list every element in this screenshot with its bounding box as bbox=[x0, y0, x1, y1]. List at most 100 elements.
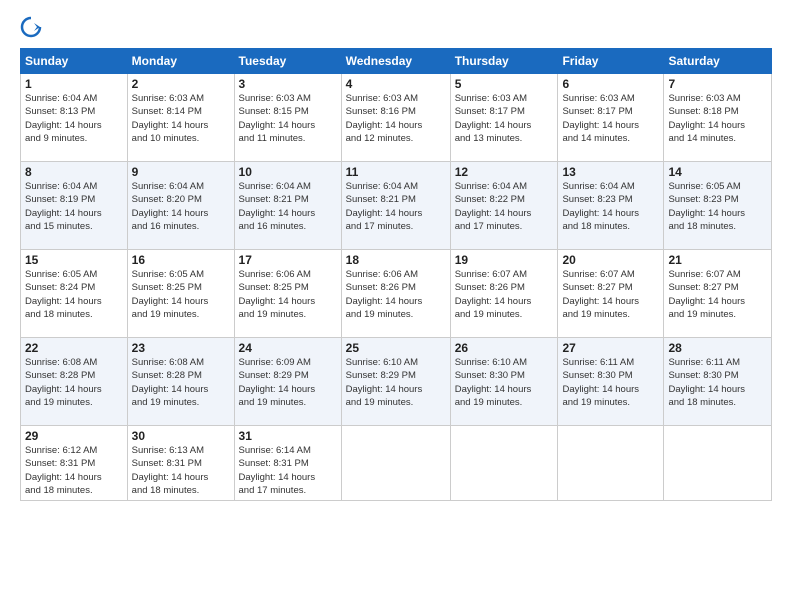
day-number: 17 bbox=[239, 253, 337, 267]
day-info: Sunrise: 6:07 AMSunset: 8:26 PMDaylight:… bbox=[455, 269, 532, 320]
weekday-header-friday: Friday bbox=[558, 49, 664, 74]
calendar-cell: 30 Sunrise: 6:13 AMSunset: 8:31 PMDaylig… bbox=[127, 426, 234, 501]
calendar-cell: 31 Sunrise: 6:14 AMSunset: 8:31 PMDaylig… bbox=[234, 426, 341, 501]
day-number: 24 bbox=[239, 341, 337, 355]
weekday-header-monday: Monday bbox=[127, 49, 234, 74]
calendar-cell: 11 Sunrise: 6:04 AMSunset: 8:21 PMDaylig… bbox=[341, 162, 450, 250]
day-info: Sunrise: 6:05 AMSunset: 8:23 PMDaylight:… bbox=[668, 181, 745, 232]
day-number: 6 bbox=[562, 77, 659, 91]
day-info: Sunrise: 6:03 AMSunset: 8:17 PMDaylight:… bbox=[455, 93, 532, 144]
day-info: Sunrise: 6:06 AMSunset: 8:26 PMDaylight:… bbox=[346, 269, 423, 320]
day-number: 26 bbox=[455, 341, 554, 355]
day-info: Sunrise: 6:04 AMSunset: 8:22 PMDaylight:… bbox=[455, 181, 532, 232]
day-info: Sunrise: 6:04 AMSunset: 8:13 PMDaylight:… bbox=[25, 93, 102, 144]
logo-icon bbox=[20, 16, 42, 38]
day-info: Sunrise: 6:03 AMSunset: 8:15 PMDaylight:… bbox=[239, 93, 316, 144]
calendar-cell: 13 Sunrise: 6:04 AMSunset: 8:23 PMDaylig… bbox=[558, 162, 664, 250]
day-info: Sunrise: 6:07 AMSunset: 8:27 PMDaylight:… bbox=[562, 269, 639, 320]
day-number: 9 bbox=[132, 165, 230, 179]
day-number: 29 bbox=[25, 429, 123, 443]
day-info: Sunrise: 6:07 AMSunset: 8:27 PMDaylight:… bbox=[668, 269, 745, 320]
day-number: 15 bbox=[25, 253, 123, 267]
day-number: 22 bbox=[25, 341, 123, 355]
day-number: 10 bbox=[239, 165, 337, 179]
weekday-header-saturday: Saturday bbox=[664, 49, 772, 74]
day-number: 1 bbox=[25, 77, 123, 91]
day-number: 28 bbox=[668, 341, 767, 355]
day-info: Sunrise: 6:11 AMSunset: 8:30 PMDaylight:… bbox=[562, 357, 639, 408]
weekday-header-thursday: Thursday bbox=[450, 49, 558, 74]
day-info: Sunrise: 6:05 AMSunset: 8:25 PMDaylight:… bbox=[132, 269, 209, 320]
day-info: Sunrise: 6:03 AMSunset: 8:14 PMDaylight:… bbox=[132, 93, 209, 144]
week-row-1: 1 Sunrise: 6:04 AMSunset: 8:13 PMDayligh… bbox=[21, 74, 772, 162]
calendar-cell: 24 Sunrise: 6:09 AMSunset: 8:29 PMDaylig… bbox=[234, 338, 341, 426]
day-info: Sunrise: 6:09 AMSunset: 8:29 PMDaylight:… bbox=[239, 357, 316, 408]
weekday-header-wednesday: Wednesday bbox=[341, 49, 450, 74]
day-info: Sunrise: 6:10 AMSunset: 8:30 PMDaylight:… bbox=[455, 357, 532, 408]
day-info: Sunrise: 6:12 AMSunset: 8:31 PMDaylight:… bbox=[25, 445, 102, 496]
calendar-cell: 3 Sunrise: 6:03 AMSunset: 8:15 PMDayligh… bbox=[234, 74, 341, 162]
calendar-cell: 19 Sunrise: 6:07 AMSunset: 8:26 PMDaylig… bbox=[450, 250, 558, 338]
day-number: 4 bbox=[346, 77, 446, 91]
day-info: Sunrise: 6:04 AMSunset: 8:21 PMDaylight:… bbox=[346, 181, 423, 232]
calendar-cell: 23 Sunrise: 6:08 AMSunset: 8:28 PMDaylig… bbox=[127, 338, 234, 426]
calendar-cell: 1 Sunrise: 6:04 AMSunset: 8:13 PMDayligh… bbox=[21, 74, 128, 162]
day-info: Sunrise: 6:05 AMSunset: 8:24 PMDaylight:… bbox=[25, 269, 102, 320]
weekday-header-sunday: Sunday bbox=[21, 49, 128, 74]
day-info: Sunrise: 6:04 AMSunset: 8:23 PMDaylight:… bbox=[562, 181, 639, 232]
calendar-table: SundayMondayTuesdayWednesdayThursdayFrid… bbox=[20, 48, 772, 501]
calendar-cell: 25 Sunrise: 6:10 AMSunset: 8:29 PMDaylig… bbox=[341, 338, 450, 426]
day-number: 31 bbox=[239, 429, 337, 443]
page: SundayMondayTuesdayWednesdayThursdayFrid… bbox=[0, 0, 792, 612]
calendar-cell bbox=[341, 426, 450, 501]
calendar-cell bbox=[558, 426, 664, 501]
weekday-header-row: SundayMondayTuesdayWednesdayThursdayFrid… bbox=[21, 49, 772, 74]
calendar-cell: 29 Sunrise: 6:12 AMSunset: 8:31 PMDaylig… bbox=[21, 426, 128, 501]
day-number: 14 bbox=[668, 165, 767, 179]
day-number: 3 bbox=[239, 77, 337, 91]
day-number: 30 bbox=[132, 429, 230, 443]
day-info: Sunrise: 6:03 AMSunset: 8:16 PMDaylight:… bbox=[346, 93, 423, 144]
calendar-cell: 7 Sunrise: 6:03 AMSunset: 8:18 PMDayligh… bbox=[664, 74, 772, 162]
weekday-header-tuesday: Tuesday bbox=[234, 49, 341, 74]
day-number: 5 bbox=[455, 77, 554, 91]
week-row-5: 29 Sunrise: 6:12 AMSunset: 8:31 PMDaylig… bbox=[21, 426, 772, 501]
day-number: 7 bbox=[668, 77, 767, 91]
day-number: 11 bbox=[346, 165, 446, 179]
calendar-cell: 4 Sunrise: 6:03 AMSunset: 8:16 PMDayligh… bbox=[341, 74, 450, 162]
day-number: 18 bbox=[346, 253, 446, 267]
calendar-cell: 28 Sunrise: 6:11 AMSunset: 8:30 PMDaylig… bbox=[664, 338, 772, 426]
calendar-cell: 15 Sunrise: 6:05 AMSunset: 8:24 PMDaylig… bbox=[21, 250, 128, 338]
calendar-cell: 26 Sunrise: 6:10 AMSunset: 8:30 PMDaylig… bbox=[450, 338, 558, 426]
week-row-2: 8 Sunrise: 6:04 AMSunset: 8:19 PMDayligh… bbox=[21, 162, 772, 250]
calendar-cell: 22 Sunrise: 6:08 AMSunset: 8:28 PMDaylig… bbox=[21, 338, 128, 426]
calendar-cell bbox=[450, 426, 558, 501]
calendar-cell: 18 Sunrise: 6:06 AMSunset: 8:26 PMDaylig… bbox=[341, 250, 450, 338]
calendar-cell: 5 Sunrise: 6:03 AMSunset: 8:17 PMDayligh… bbox=[450, 74, 558, 162]
day-info: Sunrise: 6:13 AMSunset: 8:31 PMDaylight:… bbox=[132, 445, 209, 496]
calendar-cell: 21 Sunrise: 6:07 AMSunset: 8:27 PMDaylig… bbox=[664, 250, 772, 338]
calendar-cell: 16 Sunrise: 6:05 AMSunset: 8:25 PMDaylig… bbox=[127, 250, 234, 338]
day-number: 27 bbox=[562, 341, 659, 355]
day-info: Sunrise: 6:04 AMSunset: 8:21 PMDaylight:… bbox=[239, 181, 316, 232]
day-number: 21 bbox=[668, 253, 767, 267]
day-number: 19 bbox=[455, 253, 554, 267]
week-row-3: 15 Sunrise: 6:05 AMSunset: 8:24 PMDaylig… bbox=[21, 250, 772, 338]
calendar-cell: 17 Sunrise: 6:06 AMSunset: 8:25 PMDaylig… bbox=[234, 250, 341, 338]
header bbox=[20, 16, 772, 38]
day-info: Sunrise: 6:11 AMSunset: 8:30 PMDaylight:… bbox=[668, 357, 745, 408]
calendar-cell: 20 Sunrise: 6:07 AMSunset: 8:27 PMDaylig… bbox=[558, 250, 664, 338]
calendar-cell: 6 Sunrise: 6:03 AMSunset: 8:17 PMDayligh… bbox=[558, 74, 664, 162]
day-info: Sunrise: 6:04 AMSunset: 8:20 PMDaylight:… bbox=[132, 181, 209, 232]
day-number: 2 bbox=[132, 77, 230, 91]
day-number: 12 bbox=[455, 165, 554, 179]
day-info: Sunrise: 6:03 AMSunset: 8:18 PMDaylight:… bbox=[668, 93, 745, 144]
calendar-cell bbox=[664, 426, 772, 501]
calendar-cell: 14 Sunrise: 6:05 AMSunset: 8:23 PMDaylig… bbox=[664, 162, 772, 250]
calendar-cell: 27 Sunrise: 6:11 AMSunset: 8:30 PMDaylig… bbox=[558, 338, 664, 426]
day-number: 25 bbox=[346, 341, 446, 355]
day-info: Sunrise: 6:08 AMSunset: 8:28 PMDaylight:… bbox=[25, 357, 102, 408]
calendar-cell: 2 Sunrise: 6:03 AMSunset: 8:14 PMDayligh… bbox=[127, 74, 234, 162]
day-info: Sunrise: 6:14 AMSunset: 8:31 PMDaylight:… bbox=[239, 445, 316, 496]
day-info: Sunrise: 6:10 AMSunset: 8:29 PMDaylight:… bbox=[346, 357, 423, 408]
